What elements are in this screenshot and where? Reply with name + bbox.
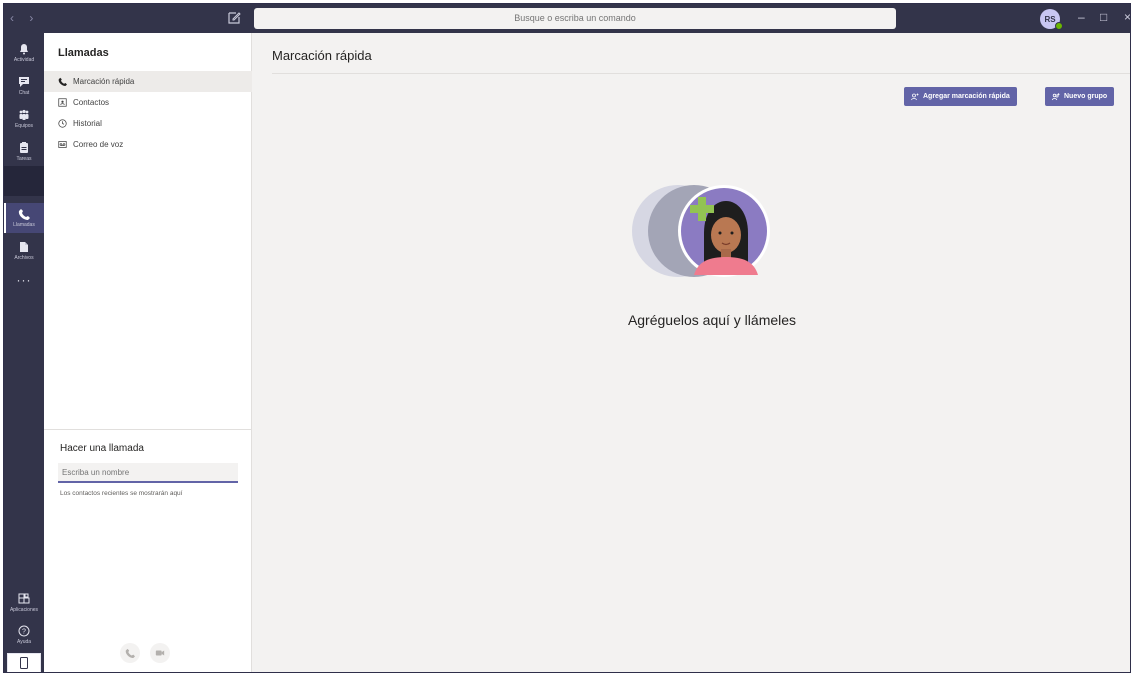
rail-item-files[interactable]: Archivos	[4, 236, 44, 266]
empty-state-illustration	[632, 185, 770, 277]
rail-label: Actividad	[13, 57, 35, 63]
phone-icon	[58, 77, 67, 86]
clock-icon	[58, 119, 67, 128]
rail-item-apps[interactable]: Aplicaciones	[4, 588, 44, 618]
nav-item-speed-dial[interactable]: Marcación rápida	[44, 71, 252, 92]
divider	[44, 429, 252, 430]
rail-item-calls[interactable]: Llamadas	[4, 203, 44, 233]
apps-icon	[18, 593, 30, 604]
search-input[interactable]	[254, 8, 896, 29]
nav-item-voicemail[interactable]: Correo de voz	[44, 134, 252, 155]
minimize-button[interactable]: –	[1078, 10, 1085, 24]
make-call-title: Hacer una llamada	[60, 443, 144, 454]
close-button[interactable]: ×	[1124, 10, 1130, 24]
nav-item-label: Contactos	[73, 98, 110, 107]
rail-item-help[interactable]: ? Ayuda	[4, 620, 44, 650]
maximize-button[interactable]: □	[1100, 10, 1107, 24]
audio-call-button[interactable]	[120, 643, 140, 663]
rail-item-tasks[interactable]: Tareas	[4, 137, 44, 167]
rail-item-activity[interactable]: Actividad	[4, 38, 44, 68]
svg-text:?: ?	[22, 629, 26, 636]
chat-icon	[19, 77, 29, 87]
add-group-icon	[1052, 92, 1060, 100]
empty-state-title: Agréguelos aquí y llámeles	[627, 312, 797, 328]
phone-icon	[18, 209, 30, 220]
contacts-icon	[58, 98, 67, 107]
main-content: Marcación rápida Agregar marcación rápid…	[252, 33, 1130, 672]
call-name-input[interactable]	[58, 463, 238, 483]
rail-label: Aplicaciones	[9, 607, 39, 613]
video-call-button[interactable]	[150, 643, 170, 663]
rail-label: Ayuda	[16, 639, 32, 645]
button-label: Nuevo grupo	[1064, 93, 1108, 100]
rail-label: Equipos	[14, 123, 34, 129]
nav-item-label: Historial	[73, 119, 102, 128]
new-group-button[interactable]: Nuevo grupo	[1045, 87, 1115, 106]
rail-item-chat[interactable]: Chat	[4, 71, 44, 101]
add-speed-dial-button[interactable]: Agregar marcación rápida	[904, 87, 1017, 106]
teams-icon	[19, 109, 29, 120]
more-apps-icon[interactable]: ···	[4, 273, 44, 287]
file-icon	[20, 242, 28, 252]
nav-item-label: Marcación rápida	[73, 77, 135, 86]
presence-status-icon	[1055, 22, 1063, 30]
app-rail: Actividad Chat Equipos Tareas Llamadas A…	[4, 33, 44, 672]
video-icon	[155, 650, 165, 656]
call-buttons	[120, 643, 170, 663]
mobile-icon	[20, 657, 28, 669]
rail-spacer	[4, 166, 44, 196]
help-icon: ?	[18, 625, 30, 637]
phone-icon	[125, 648, 135, 658]
nav-item-contacts[interactable]: Contactos	[44, 92, 252, 113]
compose-icon[interactable]	[226, 10, 242, 26]
add-person-icon	[911, 93, 919, 100]
rail-label: Llamadas	[13, 222, 35, 228]
teams-window: ‹ › RS – □ × Actividad Chat Equipos Tare…	[3, 3, 1131, 673]
rail-item-teams[interactable]: Equipos	[4, 104, 44, 134]
page-title: Marcación rápida	[272, 48, 372, 63]
calls-list-pane: Llamadas Marcación rápida Contactos Hist…	[44, 33, 252, 672]
tasks-icon	[20, 142, 28, 153]
mobile-app-button[interactable]	[7, 653, 41, 672]
rail-label: Chat	[18, 90, 30, 96]
nav-arrows[interactable]: ‹ ›	[10, 11, 39, 25]
nav-item-label: Correo de voz	[73, 140, 124, 149]
voicemail-icon	[58, 141, 67, 148]
title-bar: ‹ › RS – □ ×	[4, 4, 1130, 33]
recent-contacts-note: Los contactos recientes se mostrarán aqu…	[60, 490, 183, 497]
button-label: Agregar marcación rápida	[923, 93, 1010, 100]
rail-label: Archivos	[14, 255, 34, 261]
nav-item-history[interactable]: Historial	[44, 113, 252, 134]
rail-label: Tareas	[16, 156, 32, 162]
divider	[272, 73, 1130, 74]
pane-title: Llamadas	[58, 47, 109, 59]
bell-icon	[20, 44, 28, 55]
